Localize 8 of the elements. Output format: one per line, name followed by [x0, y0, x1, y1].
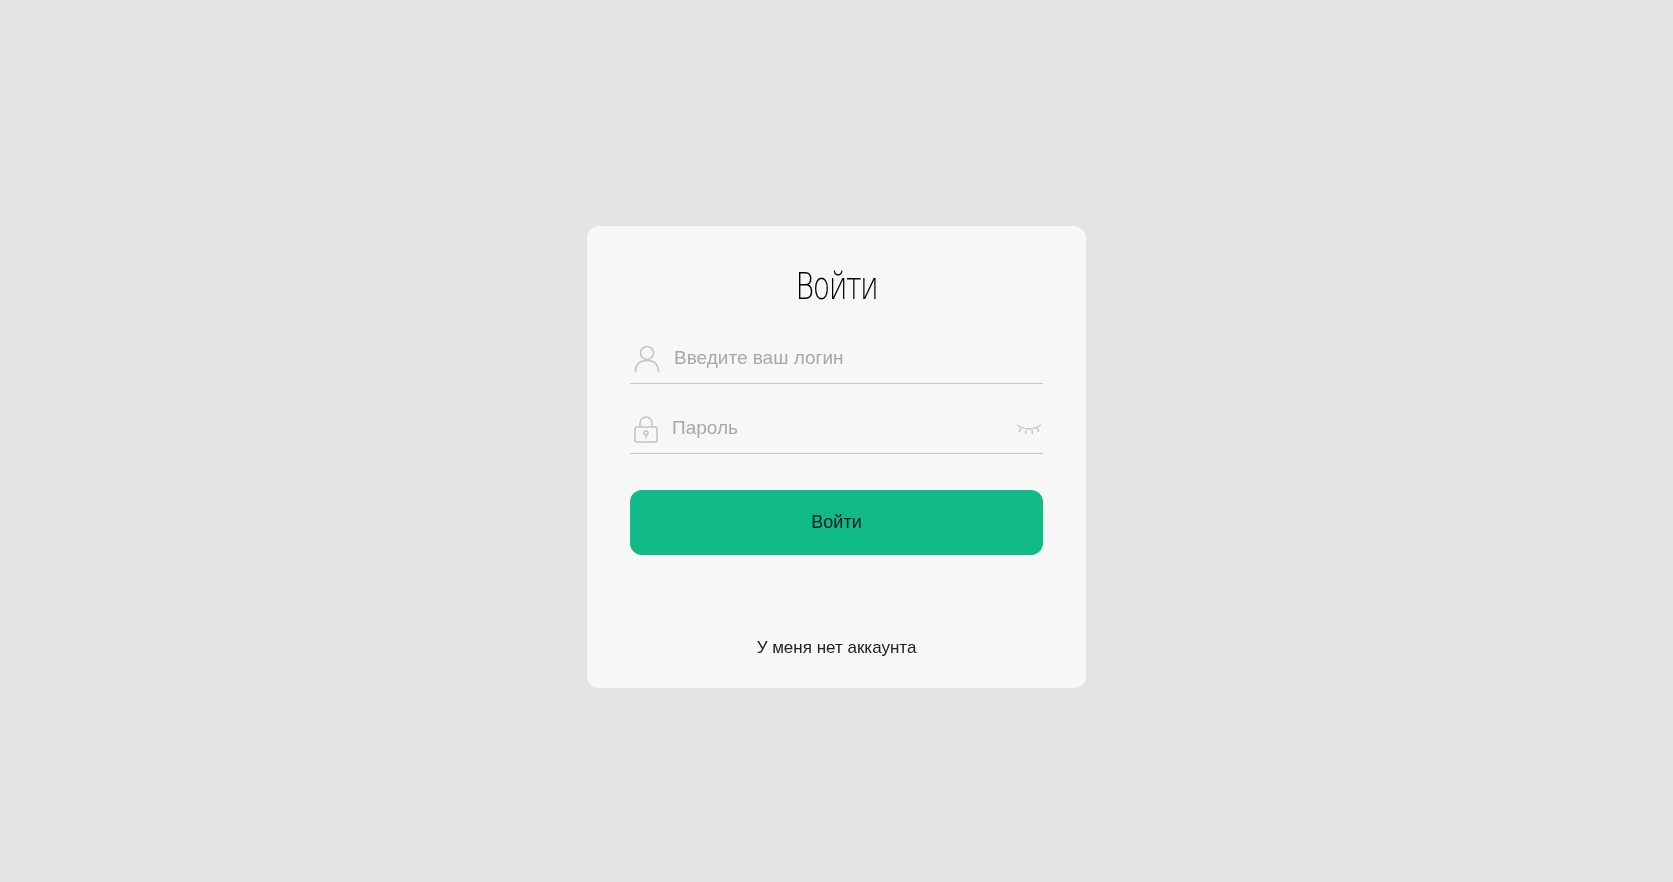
- closed-eye-icon[interactable]: [1016, 422, 1042, 435]
- login-button[interactable]: Войти: [630, 490, 1043, 555]
- input-field[interactable]: Введите ваш логин: [674, 344, 1042, 373]
- form-title: Войти: [794, 263, 879, 310]
- input-field[interactable]: Пароль: [672, 414, 1002, 443]
- user-icon: [634, 344, 660, 373]
- register-link[interactable]: У меня нет аккаунта: [756, 634, 917, 660]
- lock-icon: [634, 414, 658, 443]
